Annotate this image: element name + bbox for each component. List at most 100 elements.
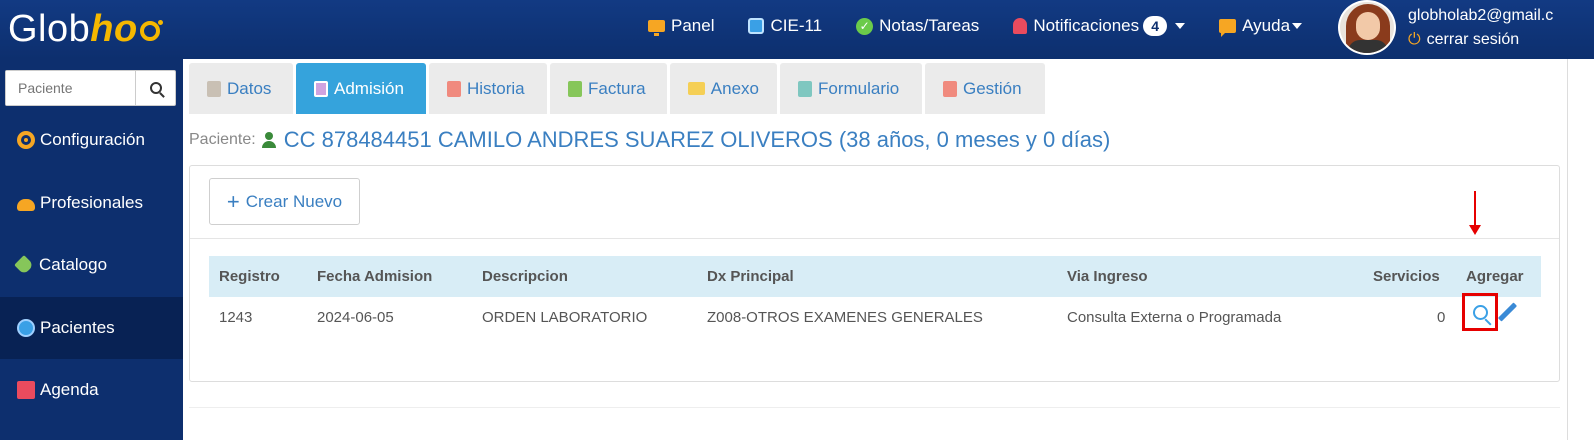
check-circle-icon: ✓ [856,17,874,35]
nav-notificaciones-label: Notificaciones [1033,16,1140,35]
patient-name: CC 878484451 CAMILO ANDRES SUAREZ OLIVER… [283,127,1111,152]
patient-label: Paciente: [189,131,256,148]
folder-icon [688,82,705,95]
column-header: Fecha Admision [317,268,433,285]
tab-label: Factura [588,78,646,98]
form-icon [798,80,812,97]
column-header: Via Ingreso [1067,268,1148,285]
divider [189,407,1560,408]
annotation-arrow [1469,191,1481,237]
column-header: Servicios [1373,268,1440,285]
file-icon [568,80,582,97]
sidebar-item-label: Configuración [40,130,145,149]
cell-fecha: 2024-06-05 [317,309,394,326]
phone-icon [943,80,957,97]
nav-ayuda-label: Ayuda [1242,16,1291,35]
sidebar: Configuración Profesionales Catalogo Pac… [0,59,183,440]
top-nav: Panel CIE-11 ✓ Notas/Tareas Notificacion… [648,0,1303,52]
sidebar-item-label: Profesionales [40,193,144,212]
user-info: globholab2@gmail.c ⏻ cerrar sesión [1408,4,1553,52]
app-logo[interactable]: Glob ho [8,4,163,54]
cell-servicios: 0 [1437,309,1446,326]
tab-historia[interactable]: Historia [429,63,547,114]
sidebar-item-catalogo[interactable]: Catalogo [0,234,183,296]
tab-formulario[interactable]: Formulario [780,63,922,114]
tab-label: Admisión [334,78,404,98]
top-bar: Glob ho Panel CIE-11 ✓ Notas/Tareas Notif… [0,0,1594,59]
logout-label: cerrar sesión [1426,31,1520,48]
bell-icon [1013,18,1028,34]
nav-panel[interactable]: Panel [648,16,714,36]
search-button[interactable] [136,71,175,105]
divider [1567,59,1568,440]
plus-icon: + [226,188,240,214]
nav-notas-label: Notas/Tareas [879,16,980,35]
tab-label: Gestión [963,78,1022,98]
cell-descripcion: ORDEN LABORATORIO [482,309,648,326]
create-new-button[interactable]: + Crear Nuevo [209,178,360,225]
tab-label: Datos [227,78,272,98]
logout-link[interactable]: ⏻ cerrar sesión [1408,28,1553,52]
power-icon: ⏻ [1408,31,1421,48]
monitor-icon [648,20,665,36]
patient-header: Paciente: CC 878484451 CAMILO ANDRES SUA… [189,127,1110,153]
tag-icon [14,255,34,275]
nav-panel-label: Panel [671,16,715,35]
edit-button[interactable] [1496,300,1518,322]
column-header: Registro [219,268,280,285]
search-icon [149,82,162,94]
patient-tabs: Datos Admisión Historia Factura Anexo Fo… [189,63,1048,114]
create-new-label: Crear Nuevo [245,191,343,211]
logo-ring-icon [139,20,163,41]
calendar-icon [17,381,35,399]
chevron-down-icon [1292,23,1303,29]
divider [190,238,1559,239]
table-header: Registro Fecha Admision Descripcion Dx P… [209,256,1541,297]
tab-label: Historia [467,78,525,98]
column-header: Descripcion [482,268,568,285]
nav-cie[interactable]: CIE-11 [748,16,822,36]
column-header: Agregar [1466,268,1524,285]
logo-text: Glob [8,7,91,50]
cie-icon [748,18,765,34]
sidebar-item-label: Catalogo [39,255,108,274]
sidebar-item-configuracion[interactable]: Configuración [0,109,183,171]
user-circle-icon [17,319,35,337]
nav-cie-label: CIE-11 [770,16,823,35]
cell-registro: 1243 [219,309,253,326]
users-icon [17,199,35,211]
sidebar-item-label: Agenda [40,380,99,399]
pencil-icon [1497,302,1518,322]
cell-dx: Z008-OTROS EXAMENES GENERALES [707,309,983,326]
chevron-down-icon [1175,23,1186,29]
view-button[interactable] [1462,293,1498,331]
avatar[interactable] [1338,0,1396,55]
sidebar-item-profesionales[interactable]: Profesionales [0,172,183,234]
nav-notificaciones[interactable]: Notificaciones 4 [1013,16,1186,36]
sidebar-item-agenda[interactable]: Agenda [0,359,183,421]
tab-label: Anexo [710,78,759,98]
sidebar-item-pacientes[interactable]: Pacientes [0,297,183,359]
tab-datos[interactable]: Datos [189,63,293,114]
tab-anexo[interactable]: Anexo [670,63,777,114]
search-input[interactable] [6,71,136,105]
chat-icon [1219,19,1237,37]
clipboard-check-icon [314,80,328,97]
medical-history-icon [447,80,461,97]
table-row: 1243 2024-06-05 ORDEN LABORATORIO Z008-O… [209,297,1541,338]
column-header: Dx Principal [707,268,794,285]
tab-label: Formulario [818,78,900,98]
user-icon [207,80,221,97]
logo-accent: ho [90,7,138,50]
nav-notas[interactable]: ✓ Notas/Tareas [856,16,979,36]
gear-icon [17,131,35,149]
notification-badge: 4 [1143,16,1168,36]
nav-ayuda[interactable]: Ayuda [1219,16,1303,37]
tab-admision[interactable]: Admisión [296,63,426,114]
person-icon [261,132,276,148]
admission-panel: + Crear Nuevo Registro Fecha Admision De… [189,165,1560,382]
user-email: globholab2@gmail.c [1408,7,1554,24]
tab-factura[interactable]: Factura [550,63,667,114]
search-icon [1472,304,1488,320]
tab-gestion[interactable]: Gestión [925,63,1045,114]
